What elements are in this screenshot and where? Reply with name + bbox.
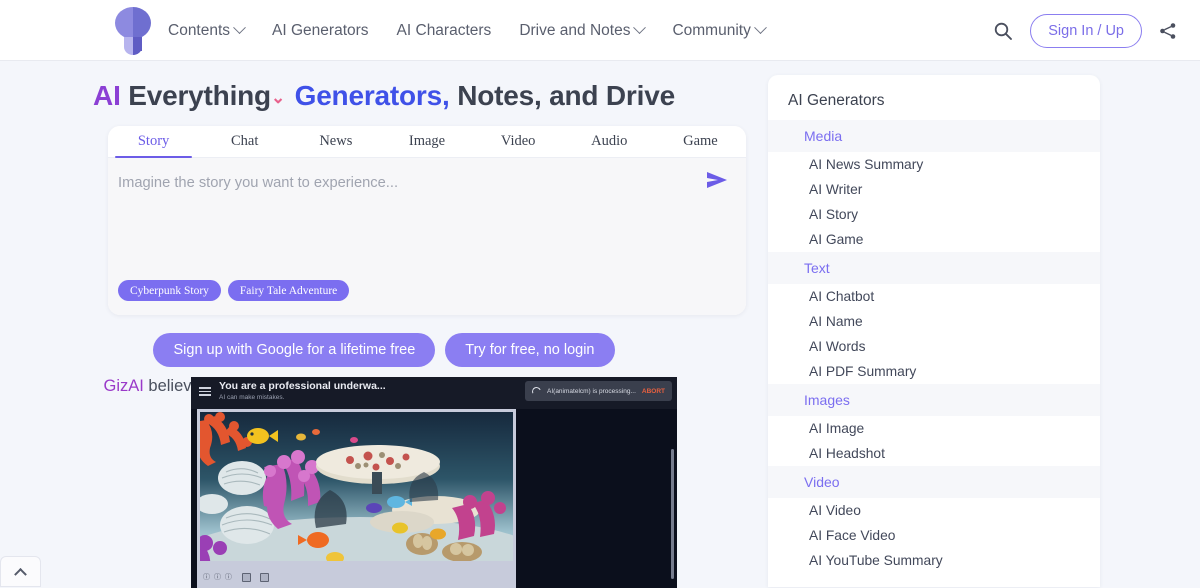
- signup-google-button[interactable]: Sign up with Google for a lifetime free: [153, 333, 435, 367]
- page-title: AI Everything⌄ Generators, Notes, and Dr…: [0, 80, 768, 112]
- header-actions: Sign In / Up: [990, 0, 1180, 61]
- video-canvas-panel: ⓘ ⓘ ⓘ: [197, 409, 516, 588]
- sidebar-item-ai-pdf-summary[interactable]: AI PDF Summary: [768, 359, 1100, 384]
- sidebar-group-images: AI Image AI Headshot: [768, 416, 1100, 466]
- main-content: AI Everything⌄ Generators, Notes, and Dr…: [0, 61, 768, 587]
- tab-video[interactable]: Video: [473, 126, 564, 157]
- chevron-down-icon[interactable]: ⌄: [271, 88, 285, 107]
- sidebar-item-ai-video[interactable]: AI Video: [768, 498, 1100, 523]
- headline-ai: AI: [93, 80, 121, 111]
- search-icon[interactable]: [990, 18, 1016, 44]
- tab-image[interactable]: Image: [381, 126, 472, 157]
- sidebar-group-video: AI Video AI Face Video AI YouTube Summar…: [768, 498, 1100, 573]
- nav-item-community[interactable]: Community: [658, 22, 778, 40]
- logo-icon: [115, 7, 151, 55]
- video-preview: You are a professional underwa... AI can…: [191, 377, 677, 588]
- sidebar-item-ai-youtube-summary[interactable]: AI YouTube Summary: [768, 548, 1100, 573]
- abort-button[interactable]: ABORT: [642, 388, 665, 395]
- nav-item-drive-and-notes[interactable]: Drive and Notes: [505, 22, 658, 40]
- sidebar-title: AI Generators: [768, 75, 1100, 120]
- send-glyph: [704, 169, 730, 191]
- sign-in-up-button[interactable]: Sign In / Up: [1030, 14, 1142, 48]
- video-body: ⓘ ⓘ ⓘ: [191, 409, 677, 588]
- toolbar-text-glyphs[interactable]: ⓘ ⓘ ⓘ: [203, 572, 233, 582]
- nav-item-contents[interactable]: Contents: [168, 22, 258, 40]
- search-glyph: [993, 21, 1013, 41]
- nav-item-ai-generators[interactable]: AI Generators: [258, 22, 383, 40]
- sidebar-item-ai-story[interactable]: AI Story: [768, 202, 1100, 227]
- sidebar-item-ai-writer[interactable]: AI Writer: [768, 177, 1100, 202]
- suggestion-chips: Cyberpunk Story Fairy Tale Adventure: [118, 280, 349, 301]
- video-topbar: You are a professional underwa... AI can…: [191, 377, 677, 409]
- headline-everything: Everything: [128, 80, 271, 111]
- nav-label: Drive and Notes: [519, 22, 630, 40]
- sidebar-group-text: AI Chatbot AI Name AI Words AI PDF Summa…: [768, 284, 1100, 384]
- tab-chat[interactable]: Chat: [199, 126, 290, 157]
- prompt-input[interactable]: [118, 175, 678, 191]
- sidebar-section-text[interactable]: Text: [768, 252, 1100, 284]
- chip-cyberpunk-story[interactable]: Cyberpunk Story: [118, 280, 221, 301]
- video-title: You are a professional underwa...: [219, 380, 386, 392]
- chevron-down-icon: [754, 21, 767, 34]
- top-header: Contents AI Generators AI Characters Dri…: [0, 0, 1200, 61]
- scroll-to-top-button[interactable]: [0, 556, 41, 587]
- nav-label: AI Characters: [397, 22, 492, 40]
- prompt-area: Cyberpunk Story Fairy Tale Adventure: [108, 158, 746, 315]
- nav-label: Contents: [168, 22, 230, 40]
- share-glyph: [1158, 21, 1178, 41]
- video-toolbar: ⓘ ⓘ ⓘ: [203, 572, 269, 582]
- tab-story[interactable]: Story: [108, 126, 199, 157]
- video-scrollbar[interactable]: [671, 449, 674, 579]
- try-free-button[interactable]: Try for free, no login: [445, 333, 614, 367]
- sidebar-item-ai-news-summary[interactable]: AI News Summary: [768, 152, 1100, 177]
- reef-illustration: [200, 412, 513, 561]
- processing-badge: AI(animatelcm) is processing... ABORT: [525, 381, 672, 401]
- hamburger-menu-icon[interactable]: [199, 387, 211, 396]
- tab-news[interactable]: News: [290, 126, 381, 157]
- generator-card: Story Chat News Image Video Audio Game C…: [108, 126, 746, 315]
- sidebar-section-images[interactable]: Images: [768, 384, 1100, 416]
- cta-row: Sign up with Google for a lifetime free …: [0, 333, 768, 367]
- sidebar-item-ai-game[interactable]: AI Game: [768, 227, 1100, 252]
- tagline-brand: GizAI: [103, 377, 143, 395]
- send-arrow-icon[interactable]: [702, 166, 732, 194]
- download-icon[interactable]: [260, 573, 269, 582]
- tab-game[interactable]: Game: [655, 126, 746, 157]
- nav-item-ai-characters[interactable]: AI Characters: [383, 22, 506, 40]
- main-navigation: Contents AI Generators AI Characters Dri…: [168, 0, 779, 61]
- share-icon[interactable]: [1156, 19, 1180, 43]
- nav-label: AI Generators: [272, 22, 369, 40]
- video-subtitle: AI can make mistakes.: [219, 394, 284, 401]
- chevron-down-icon: [233, 21, 246, 34]
- delete-icon[interactable]: [242, 573, 251, 582]
- chip-fairy-tale-adventure[interactable]: Fairy Tale Adventure: [228, 280, 349, 301]
- sidebar-item-ai-name[interactable]: AI Name: [768, 309, 1100, 334]
- chevron-up-icon: [14, 568, 27, 581]
- headline-generators: Generators,: [295, 80, 450, 111]
- generator-tabs: Story Chat News Image Video Audio Game: [108, 126, 746, 158]
- processing-text: AI(animatelcm) is processing...: [547, 388, 636, 395]
- spinner-icon: [531, 385, 543, 397]
- ai-generators-sidebar: AI Generators Media AI News Summary AI W…: [768, 75, 1100, 587]
- sidebar-group-media: AI News Summary AI Writer AI Story AI Ga…: [768, 152, 1100, 252]
- sidebar-item-ai-face-video[interactable]: AI Face Video: [768, 523, 1100, 548]
- sidebar-item-ai-chatbot[interactable]: AI Chatbot: [768, 284, 1100, 309]
- nav-label: Community: [672, 22, 750, 40]
- coral-reef-image: [200, 412, 513, 561]
- chevron-down-icon: [634, 21, 647, 34]
- tab-audio[interactable]: Audio: [564, 126, 655, 157]
- sidebar-item-ai-words[interactable]: AI Words: [768, 334, 1100, 359]
- gizai-logo[interactable]: [115, 7, 151, 55]
- headline-notes-drive: Notes, and Drive: [457, 80, 675, 111]
- sidebar-item-ai-headshot[interactable]: AI Headshot: [768, 441, 1100, 466]
- sidebar-section-media[interactable]: Media: [768, 120, 1100, 152]
- sidebar-section-video[interactable]: Video: [768, 466, 1100, 498]
- sidebar-item-ai-image[interactable]: AI Image: [768, 416, 1100, 441]
